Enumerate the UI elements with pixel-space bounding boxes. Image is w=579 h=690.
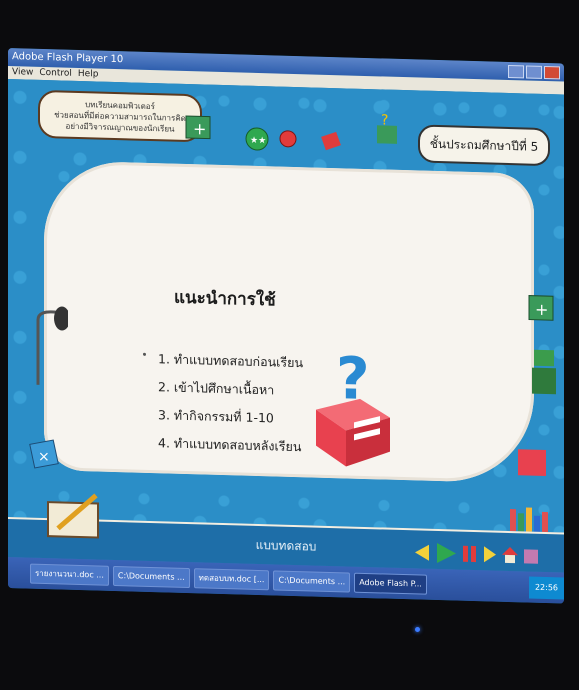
lesson-title-banner: บทเรียนคอมพิวเตอร์ ช่วยสอนที่มีต่อความสา…: [38, 89, 202, 143]
home-icon[interactable]: [501, 545, 519, 566]
plus-bag-icon: +: [528, 295, 554, 321]
window-title: Adobe Flash Player 10: [12, 51, 124, 66]
task-flash-player[interactable]: Adobe Flash P...: [354, 572, 427, 595]
red-block-icon: [321, 131, 341, 151]
menu-view[interactable]: View: [12, 66, 33, 80]
navigation-controls: [413, 540, 540, 568]
menu-help[interactable]: Help: [78, 68, 99, 82]
task-folder-1[interactable]: C:\Documents ...: [112, 565, 190, 588]
flash-window: Adobe Flash Player 10 View Control Help …: [8, 48, 564, 604]
close-button[interactable]: [544, 65, 560, 80]
power-led-icon: [415, 627, 420, 632]
list-item[interactable]: 3. ทำกิจกรรมที่ 1-10: [158, 401, 303, 433]
bullet-dot: [143, 352, 146, 356]
robot-icon: [532, 349, 556, 395]
list-item[interactable]: 1. ทำแบบทดสอบก่อนเรียน: [158, 345, 303, 377]
question-box-icon: ?: [377, 112, 397, 144]
svg-text:?: ?: [524, 435, 531, 451]
minimize-button[interactable]: [508, 64, 524, 79]
task-doc-2[interactable]: ทดสอบบท.doc [...: [193, 567, 270, 590]
next-icon[interactable]: [482, 544, 498, 564]
exit-icon[interactable]: [522, 545, 540, 566]
question-cube-icon: ?: [316, 344, 390, 467]
play-arrow-icon[interactable]: [434, 541, 458, 566]
task-doc-1[interactable]: รายงานวนา.doc ...: [30, 563, 109, 586]
instruction-list: 1. ทำแบบทดสอบก่อนเรียน 2. เข้าไปศึกษาเนื…: [158, 345, 303, 461]
math-box-icon: ×: [29, 439, 59, 469]
svg-text:?: ?: [381, 112, 388, 128]
grade-label: ชั้นประถมศึกษาปีที่ 5: [418, 124, 550, 167]
pause-icon[interactable]: [461, 544, 479, 565]
page-title: แนะนำการใช้: [174, 287, 276, 311]
svg-text:×: ×: [38, 449, 50, 465]
maximize-button[interactable]: [526, 65, 542, 79]
red-question-cube-icon: ?: [518, 435, 546, 477]
menu-control[interactable]: Control: [39, 67, 72, 81]
system-tray-clock[interactable]: 22:56: [528, 576, 564, 600]
svg-text:+: +: [193, 119, 206, 138]
stars-circle-icon: ★★: [245, 127, 269, 151]
list-item[interactable]: 4. ทำแบบทดสอบหลังเรียน: [158, 429, 303, 461]
task-folder-2[interactable]: C:\Documents ...: [273, 569, 351, 593]
plus-box-icon: +: [185, 115, 211, 140]
list-item[interactable]: 2. เข้าไปศึกษาเนื้อหา: [158, 373, 303, 405]
svg-text:★★: ★★: [250, 136, 266, 146]
window-controls: [508, 64, 560, 80]
lamp-icon: [36, 306, 68, 385]
red-circle-icon: [279, 130, 297, 148]
lesson-stage: บทเรียนคอมพิวเตอร์ ช่วยสอนที่มีต่อความสา…: [8, 79, 564, 573]
svg-text:+: +: [535, 300, 548, 319]
back-arrow-icon[interactable]: [413, 542, 431, 563]
